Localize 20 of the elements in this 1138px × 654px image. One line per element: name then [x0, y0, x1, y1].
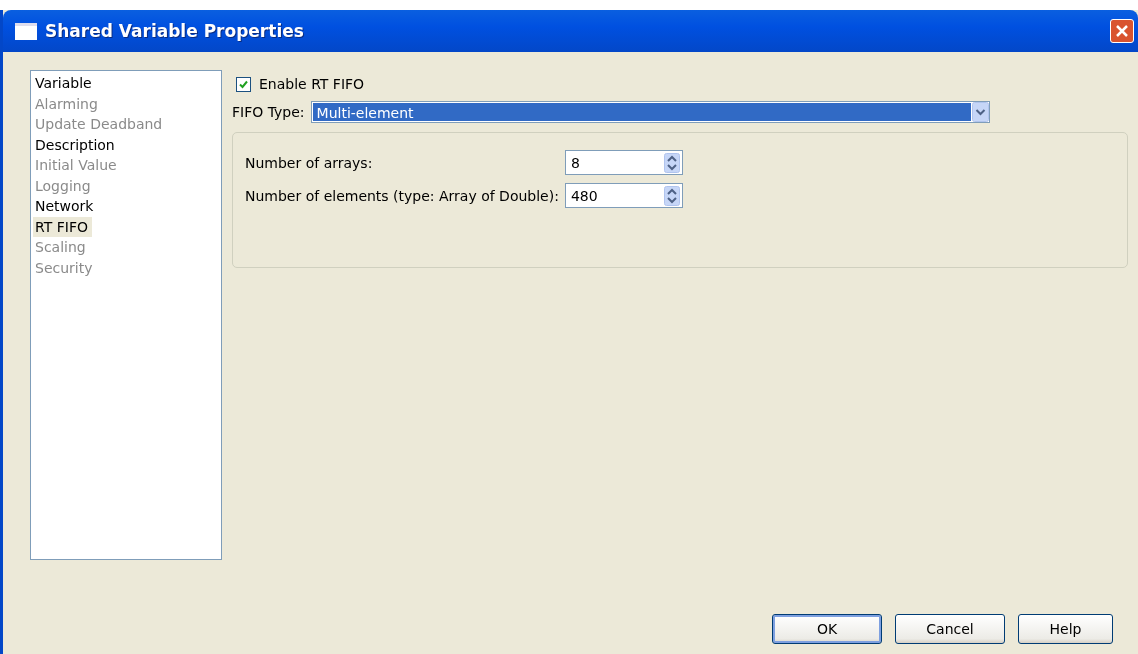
sidebar-item[interactable]: Network [33, 196, 98, 217]
checkbox[interactable] [236, 76, 251, 92]
field-label: Number of arrays: [245, 154, 374, 171]
spinner-field[interactable]: 8 [564, 150, 683, 175]
sidebar-item[interactable]: RT FIFO [33, 216, 92, 237]
dialog-button[interactable]: OK [772, 614, 882, 644]
fifo-type-dropdown[interactable]: Multi-element [310, 101, 990, 123]
field-label: Number of elements (type: Array of Double): [245, 187, 559, 204]
window-title: Shared Variable Properties [45, 21, 305, 41]
spinner-arrows-icon[interactable] [663, 152, 680, 173]
window-icon [15, 22, 37, 40]
sidebar-item[interactable]: Description [33, 134, 119, 155]
dialog-button[interactable]: Help [1018, 614, 1113, 644]
fifo-type-label: FIFO Type: [232, 104, 305, 120]
checkbox-label: Enable RT FIFO [259, 76, 365, 92]
close-icon[interactable] [1110, 19, 1134, 43]
dialog-button[interactable]: Cancel [895, 614, 1005, 644]
sidebar-item[interactable]: Variable [33, 73, 96, 94]
spinner-arrows-icon[interactable] [663, 185, 680, 206]
spinner-field[interactable]: 480 [564, 183, 683, 208]
